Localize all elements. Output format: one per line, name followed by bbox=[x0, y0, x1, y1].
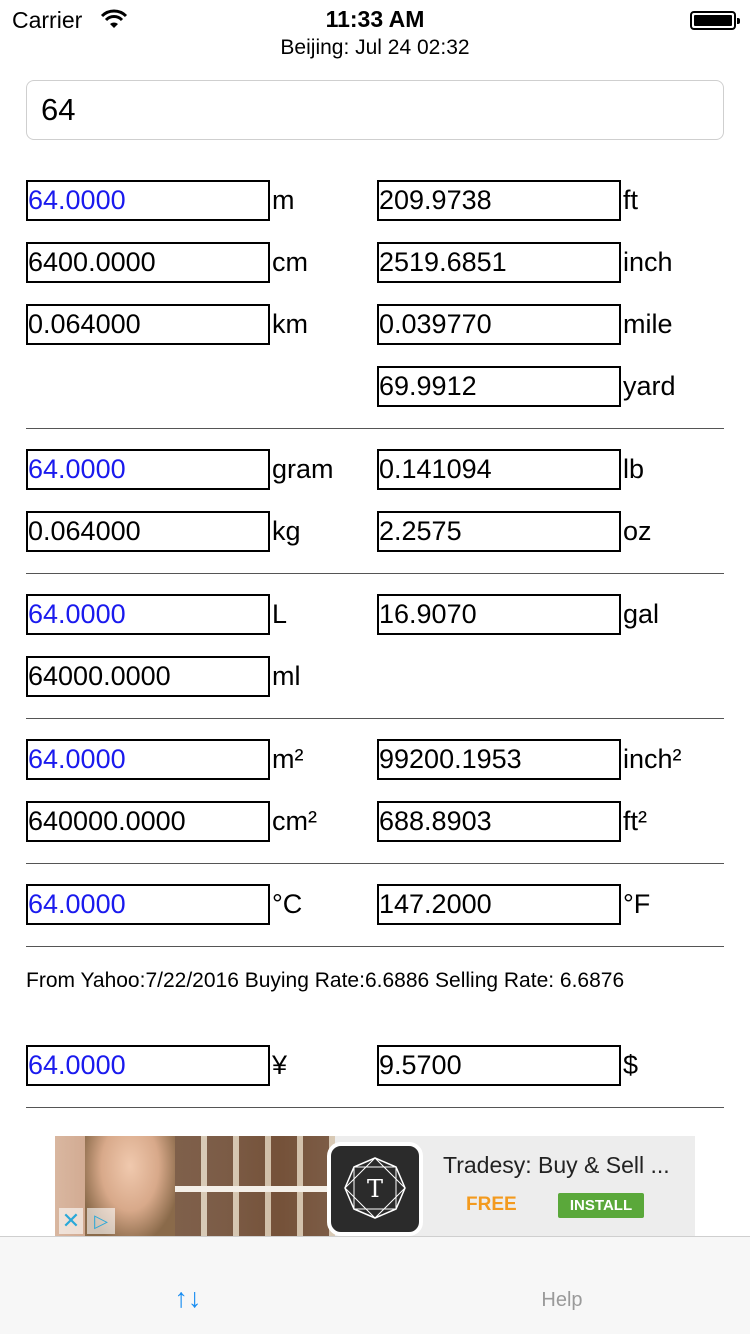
fahrenheit-field[interactable] bbox=[377, 884, 621, 925]
section-divider bbox=[26, 863, 724, 864]
mile-unit: mile bbox=[623, 309, 673, 339]
kilogram-field[interactable] bbox=[26, 511, 270, 552]
pound-field[interactable] bbox=[377, 449, 621, 490]
ad-banner[interactable]: ✕ ▷ T Tradesy: Buy & Sell ... FREE INSTA… bbox=[55, 1136, 695, 1236]
gram-unit: gram bbox=[272, 454, 334, 484]
section-divider bbox=[26, 718, 724, 719]
install-button[interactable]: INSTALL bbox=[558, 1193, 644, 1218]
section-divider bbox=[26, 946, 724, 947]
centimeter-field[interactable] bbox=[26, 242, 270, 283]
status-bar: Carrier 11:33 AM Beijing: Jul 24 02:32 bbox=[0, 0, 750, 59]
gallon-field[interactable] bbox=[377, 594, 621, 635]
inch-field[interactable] bbox=[377, 242, 621, 283]
kilometer-unit: km bbox=[272, 309, 308, 339]
feet-field[interactable] bbox=[377, 180, 621, 221]
feet-unit: ft bbox=[623, 185, 639, 215]
clock: 11:33 AM bbox=[325, 6, 425, 32]
kilometer-field[interactable] bbox=[26, 304, 270, 345]
dollar-field[interactable] bbox=[377, 1045, 621, 1086]
pound-unit: lb bbox=[623, 454, 645, 484]
yuan-unit: ¥ bbox=[272, 1050, 288, 1080]
beijing-time: Beijing: Jul 24 02:32 bbox=[280, 36, 470, 59]
gallon-unit: gal bbox=[623, 599, 660, 629]
exchange-rate-info: From Yahoo:7/22/2016 Buying Rate:6.6886 … bbox=[26, 969, 625, 992]
mile-field[interactable] bbox=[377, 304, 621, 345]
square-inch-unit: inch² bbox=[623, 744, 682, 774]
ad-title: Tradesy: Buy & Sell ... bbox=[443, 1152, 670, 1178]
battery-icon bbox=[690, 11, 740, 30]
gram-field[interactable] bbox=[26, 449, 270, 490]
milliliter-unit: ml bbox=[272, 661, 301, 691]
square-centimeter-field[interactable] bbox=[26, 801, 270, 842]
dollar-unit: $ bbox=[623, 1050, 639, 1080]
ounce-field[interactable] bbox=[377, 511, 621, 552]
meter-unit: m bbox=[272, 185, 295, 215]
kilogram-unit: kg bbox=[272, 516, 301, 546]
meter-field[interactable] bbox=[26, 180, 270, 221]
app-logo-icon: T bbox=[327, 1142, 423, 1236]
tab-bar: ↑↓ Help bbox=[0, 1236, 750, 1334]
square-inch-field[interactable] bbox=[377, 739, 621, 780]
ad-close-icon[interactable]: ✕ bbox=[59, 1208, 83, 1234]
inch-unit: inch bbox=[623, 247, 673, 277]
fahrenheit-unit: °F bbox=[623, 889, 651, 919]
yard-unit: yard bbox=[623, 371, 676, 401]
section-divider bbox=[26, 573, 724, 574]
yuan-field[interactable] bbox=[26, 1045, 270, 1086]
svg-text:T: T bbox=[367, 1175, 383, 1203]
celsius-unit: °C bbox=[272, 889, 303, 919]
centimeter-unit: cm bbox=[272, 247, 308, 277]
ad-price: FREE bbox=[466, 1194, 517, 1215]
liter-unit: L bbox=[272, 599, 288, 629]
ad-choices-icon[interactable]: ▷ bbox=[87, 1208, 115, 1234]
amount-input[interactable] bbox=[26, 80, 724, 140]
square-foot-unit: ft² bbox=[623, 806, 647, 836]
swap-arrows-icon[interactable]: ↑↓ bbox=[150, 1283, 226, 1313]
celsius-field[interactable] bbox=[26, 884, 270, 925]
ounce-unit: oz bbox=[623, 516, 652, 546]
liter-field[interactable] bbox=[26, 594, 270, 635]
yard-field[interactable] bbox=[377, 366, 621, 407]
square-foot-field[interactable] bbox=[377, 801, 621, 842]
square-meter-field[interactable] bbox=[26, 739, 270, 780]
square-meter-unit: m² bbox=[272, 744, 304, 774]
section-divider bbox=[26, 1107, 724, 1108]
section-divider bbox=[26, 428, 724, 429]
help-tab[interactable]: Help bbox=[500, 1289, 624, 1312]
square-centimeter-unit: cm² bbox=[272, 806, 317, 836]
milliliter-field[interactable] bbox=[26, 656, 270, 697]
